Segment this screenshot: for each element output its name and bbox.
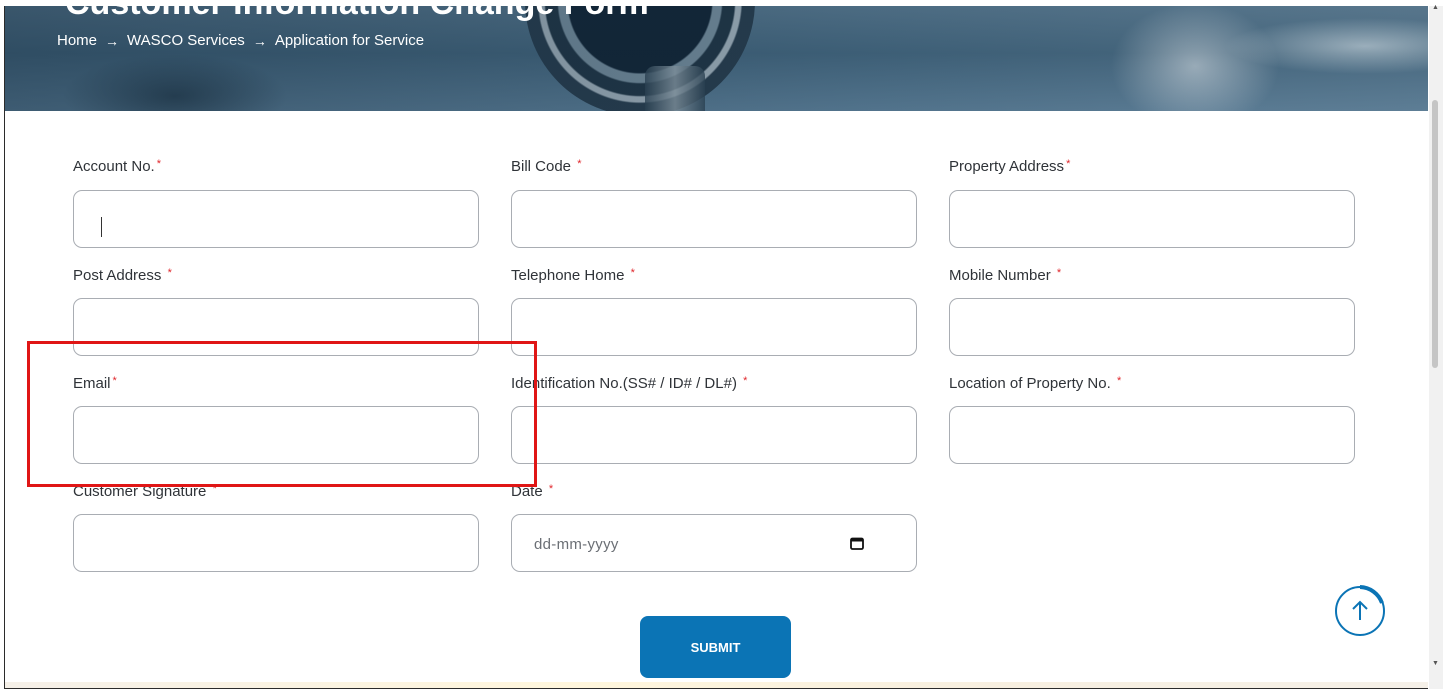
account-no-label: Account No. * <box>73 158 161 175</box>
arrow-right-icon: → <box>252 32 267 49</box>
identification-no-input[interactable] <box>511 406 917 464</box>
account-no-input[interactable] <box>73 190 479 248</box>
mobile-number-label: Mobile Number * <box>949 267 1062 284</box>
mobile-number-input[interactable] <box>949 298 1355 356</box>
footer-edge <box>5 682 1428 688</box>
submit-button[interactable]: SUBMIT <box>640 616 791 678</box>
required-asterisk: * <box>743 375 748 387</box>
telephone-home-input[interactable] <box>511 298 917 356</box>
location-of-property-input[interactable] <box>949 406 1355 464</box>
property-address-input[interactable] <box>949 190 1355 248</box>
location-of-property-label: Location of Property No. * <box>949 375 1122 392</box>
identification-no-label: Identification No.(SS# / ID# / DL#) * <box>511 375 748 392</box>
required-asterisk: * <box>1116 375 1122 387</box>
page-title: Customer Information Change Form <box>65 6 649 23</box>
calendar-icon[interactable] <box>850 537 864 550</box>
breadcrumb-wasco-services[interactable]: WASCO Services <box>127 32 245 49</box>
bill-code-label: Bill Code * <box>511 158 582 175</box>
required-asterisk: * <box>577 158 582 170</box>
required-asterisk: * <box>548 483 554 495</box>
date-placeholder: dd-mm-yyyy <box>534 536 619 553</box>
arrow-right-icon: → <box>105 32 120 49</box>
property-address-label: Property Address * <box>949 158 1071 175</box>
hero-banner: Customer Information Change Form Home → … <box>5 6 1428 111</box>
post-address-label: Post Address * <box>73 267 172 284</box>
required-asterisk: * <box>1056 267 1062 279</box>
text-caret <box>101 217 102 237</box>
required-asterisk: * <box>1066 158 1071 170</box>
telephone-home-label: Telephone Home * <box>511 267 635 284</box>
customer-signature-input[interactable] <box>73 514 479 572</box>
scroll-down-icon[interactable]: ▼ <box>1432 660 1439 667</box>
back-to-top-button[interactable] <box>1334 585 1386 637</box>
required-asterisk: * <box>156 158 161 170</box>
bill-code-input[interactable] <box>511 190 917 248</box>
breadcrumb-current: Application for Service <box>274 32 425 49</box>
required-asterisk: * <box>630 267 635 279</box>
scrollbar-thumb[interactable] <box>1432 100 1438 368</box>
required-asterisk: * <box>167 267 172 279</box>
breadcrumb: Home → WASCO Services → Application for … <box>57 32 424 49</box>
highlight-box <box>27 341 537 487</box>
scroll-up-icon[interactable]: ▲ <box>1432 4 1439 11</box>
breadcrumb-home[interactable]: Home <box>57 32 97 49</box>
